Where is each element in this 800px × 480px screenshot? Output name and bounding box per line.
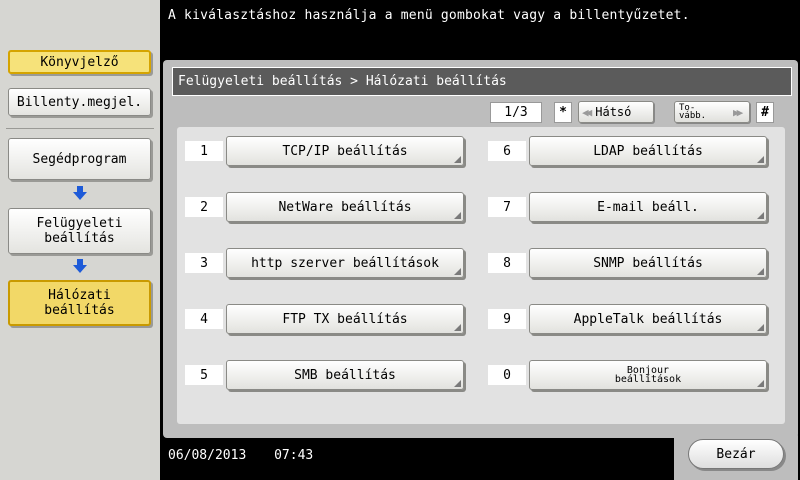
corner-mark-icon (454, 212, 461, 219)
menu-item: 8 SNMP beállítás (488, 248, 770, 278)
time-text: 07:43 (274, 448, 314, 463)
menu-item-label: http szerver beállítások (251, 255, 439, 271)
menu-item-number: 3 (185, 253, 223, 273)
menu-item-label: TCP/IP beállítás (282, 143, 408, 159)
double-right-arrow-icon: ▶▶ (733, 105, 743, 119)
star-key-hint: * (554, 102, 572, 123)
menu-item-label: SMB beállítás (294, 367, 396, 383)
page-indicator: 1/3 (490, 102, 542, 123)
menu-item: 2 NetWare beállítás (185, 192, 467, 222)
ftp-tx-settings-button[interactable]: FTP TX beállítás (226, 304, 464, 334)
menu-item-label: Bonjour beállítások (614, 365, 682, 385)
menu-item-number: 7 (488, 197, 526, 217)
smb-settings-button[interactable]: SMB beállítás (226, 360, 464, 390)
breadcrumb-network-settings-label: Hálózati beállítás (44, 288, 115, 318)
date-text: 06/08/2013 (168, 448, 247, 463)
corner-mark-icon (454, 156, 461, 163)
http-server-settings-button[interactable]: http szerver beállítások (226, 248, 464, 278)
sidebar: Könyvjelző Billenty.megjel. Segédprogram… (0, 0, 160, 480)
arrow-down-icon (73, 259, 87, 273)
menu-item-number: 5 (185, 365, 223, 385)
bonjour-settings-button[interactable]: Bonjour beállítások (529, 360, 767, 390)
menu-item-label: FTP TX beállítás (282, 311, 408, 327)
menu-item-number: 9 (488, 309, 526, 329)
netware-settings-button[interactable]: NetWare beállítás (226, 192, 464, 222)
menu-item: 7 E-mail beáll. (488, 192, 770, 222)
menu-item: 5 SMB beállítás (185, 360, 467, 390)
menu-item: 0 Bonjour beállítások (488, 360, 770, 390)
menu-item-label: AppleTalk beállítás (573, 311, 723, 327)
menu-item-number: 2 (185, 197, 223, 217)
menu-item: 9 AppleTalk beállítás (488, 304, 770, 334)
ldap-settings-button[interactable]: LDAP beállítás (529, 136, 767, 166)
menu-item-label: NetWare beállítás (278, 199, 412, 215)
keyboard-display-label: Billenty.megjel. (16, 94, 143, 110)
email-settings-button[interactable]: E-mail beáll. (529, 192, 767, 222)
corner-mark-icon (454, 324, 461, 331)
arrow-down-icon (73, 186, 87, 200)
close-label: Bezár (716, 446, 756, 462)
snmp-settings-button[interactable]: SNMP beállítás (529, 248, 767, 278)
menu-item: 4 FTP TX beállítás (185, 304, 467, 334)
menu-item-number: 0 (488, 365, 526, 385)
menu-item-label: LDAP beállítás (593, 143, 703, 159)
back-button[interactable]: ◀◀ Hátsó (578, 101, 654, 123)
datetime-display: 06/08/2013 07:43 (168, 448, 313, 463)
breadcrumb-admin-settings[interactable]: Felügyeleti beállítás (8, 208, 151, 254)
corner-mark-icon (757, 156, 764, 163)
menu-item: 3 http szerver beállítások (185, 248, 467, 278)
menu-item-number: 4 (185, 309, 223, 329)
menu-item: 6 LDAP beállítás (488, 136, 770, 166)
counter-button[interactable]: Könyvjelző (8, 50, 151, 74)
corner-mark-icon (757, 212, 764, 219)
forward-button[interactable]: To- vább. ▶▶ (674, 101, 750, 123)
corner-mark-icon (757, 380, 764, 387)
menu-item: 1 TCP/IP beállítás (185, 136, 467, 166)
menu-item-number: 8 (488, 253, 526, 273)
keyboard-display-button[interactable]: Billenty.megjel. (8, 88, 151, 116)
corner-mark-icon (454, 380, 461, 387)
menu-item-label: SNMP beállítás (593, 255, 703, 271)
panel-title: Felügyeleti beállítás > Hálózati beállít… (172, 67, 792, 96)
menu-item-number: 1 (185, 141, 223, 161)
menu-grid: 1 TCP/IP beállítás 2 NetWare beállítás 3… (177, 127, 785, 424)
corner-mark-icon (757, 268, 764, 275)
double-left-arrow-icon: ◀◀ (582, 105, 592, 119)
corner-mark-icon (454, 268, 461, 275)
instruction-message: A kiválasztáshoz használja a menü gombok… (168, 8, 690, 23)
back-label: Hátsó (595, 105, 632, 119)
hash-key-hint: # (756, 102, 774, 123)
forward-label: To- vább. (679, 103, 707, 121)
corner-mark-icon (757, 324, 764, 331)
close-button[interactable]: Bezár (688, 439, 784, 469)
breadcrumb-admin-settings-label: Felügyeleti beállítás (36, 216, 123, 246)
appletalk-settings-button[interactable]: AppleTalk beállítás (529, 304, 767, 334)
menu-item-label: E-mail beáll. (597, 199, 699, 215)
panel-title-text: Felügyeleti beállítás > Hálózati beállít… (178, 74, 507, 89)
menu-item-number: 6 (488, 141, 526, 161)
breadcrumb-network-settings[interactable]: Hálózati beállítás (8, 280, 151, 326)
tcpip-settings-button[interactable]: TCP/IP beállítás (226, 136, 464, 166)
breadcrumb-utility-label: Segédprogram (32, 151, 127, 167)
counter-label: Könyvjelző (40, 54, 119, 70)
sidebar-divider (6, 128, 154, 129)
breadcrumb-utility[interactable]: Segédprogram (8, 138, 151, 180)
